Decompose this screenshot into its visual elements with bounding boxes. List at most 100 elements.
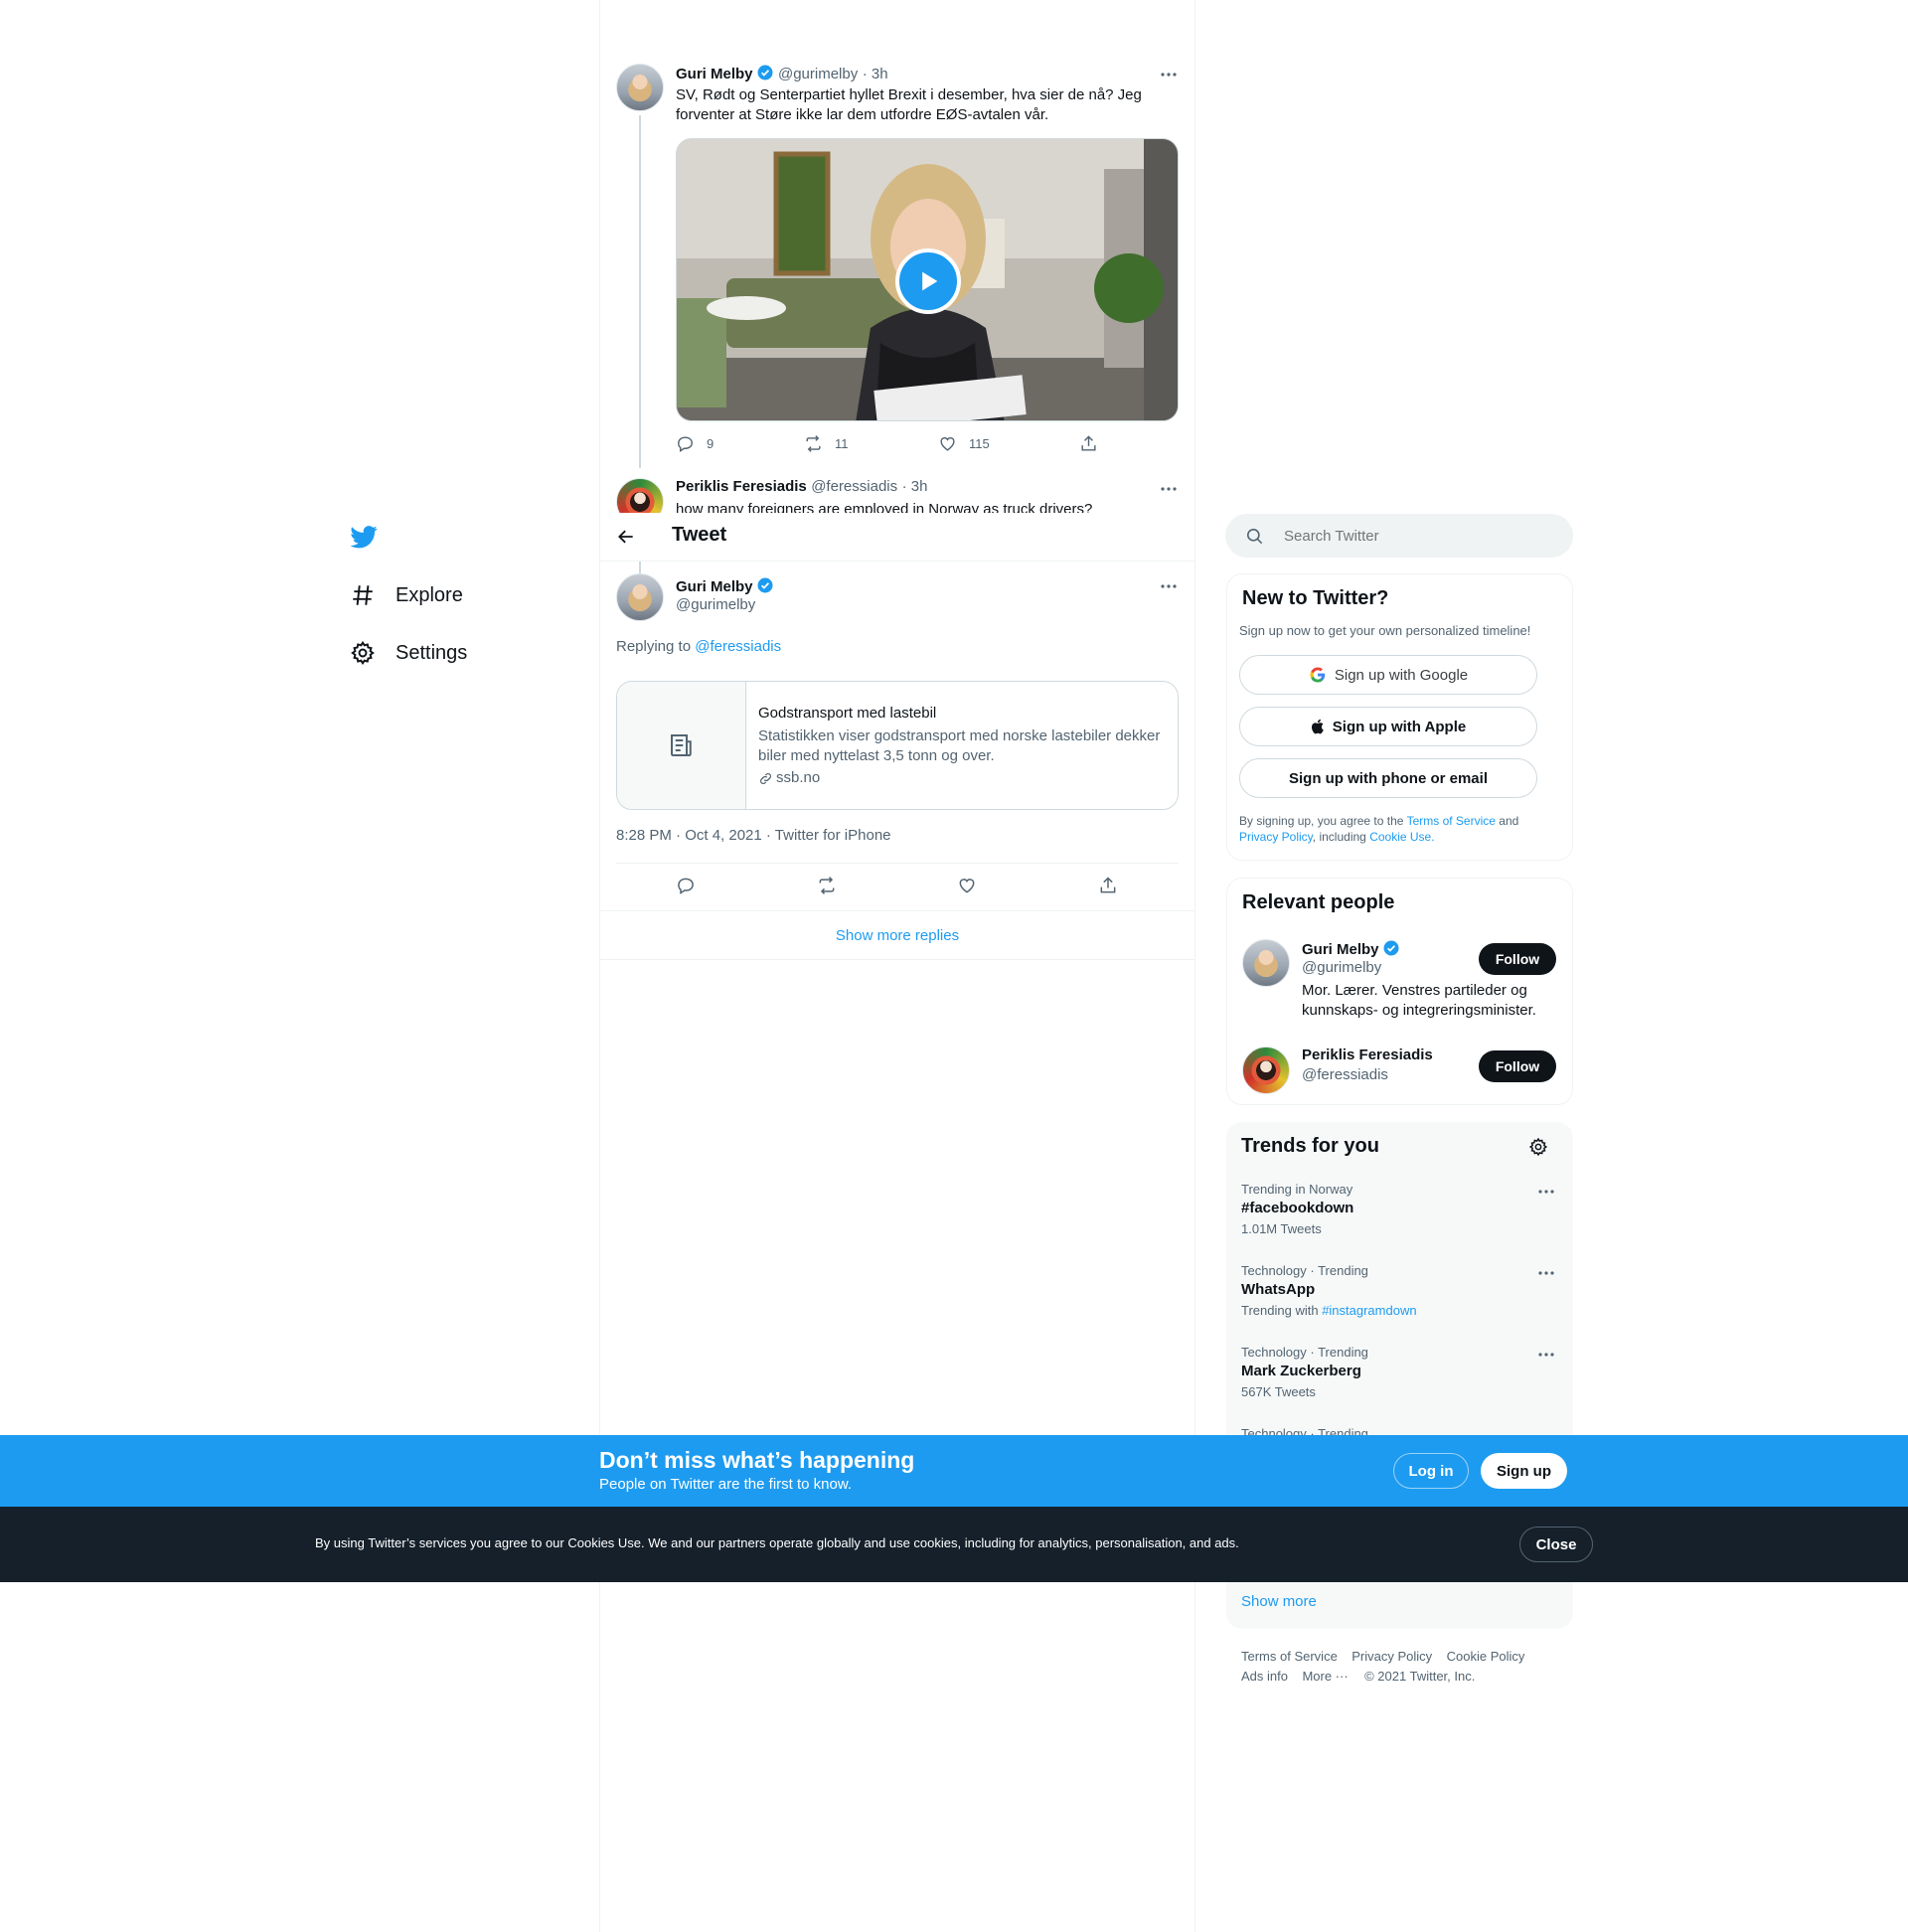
nav-settings-label: Settings [396, 641, 468, 664]
timeline-right-border [1194, 0, 1195, 1932]
show-more-trends-link[interactable]: Show more [1241, 1593, 1317, 1610]
more-options-icon[interactable] [1159, 576, 1179, 596]
signup-apple-button[interactable]: Sign up with Apple [1239, 707, 1537, 746]
replying-to-handle[interactable]: @feressiadis [695, 638, 781, 655]
video-player[interactable] [676, 138, 1179, 421]
more-options-icon[interactable] [1536, 1182, 1556, 1202]
trend-item[interactable]: Technology · Trending WhatsApp Trending … [1226, 1263, 1573, 1329]
more-options-icon[interactable] [1536, 1263, 1556, 1283]
search-icon [1246, 528, 1263, 544]
terms-link[interactable]: Terms of Service [1407, 814, 1496, 828]
avatar[interactable] [616, 573, 664, 621]
person-handle[interactable]: @gurimelby [1302, 959, 1381, 976]
author-handle[interactable]: @gurimelby [778, 66, 858, 82]
more-options-icon[interactable] [1159, 479, 1179, 499]
author-name[interactable]: Guri Melby [676, 66, 753, 82]
footer-more-link[interactable]: More ··· [1302, 1669, 1348, 1684]
signup-google-button[interactable]: Sign up with Google [1239, 655, 1537, 695]
nav-explore-label: Explore [396, 583, 463, 606]
person-name[interactable]: Guri Melby [1302, 941, 1379, 958]
search-bar[interactable] [1225, 514, 1573, 558]
card-thumbnail [617, 682, 746, 809]
legal-and: and [1499, 814, 1519, 828]
reply-tweet[interactable]: Periklis Feresiadis @feressiadis · 3h ho… [600, 467, 1194, 513]
signup-phone-email-button[interactable]: Sign up with phone or email [1239, 758, 1537, 798]
like-button[interactable]: 115 [938, 434, 990, 453]
cookie-use-link[interactable]: Cookie Use. [1369, 830, 1434, 844]
person-name[interactable]: Periklis Feresiadis [1302, 1046, 1433, 1063]
person-bio: Mor. Lærer. Venstres partileder og kunns… [1302, 982, 1536, 1019]
footer-cookie-link[interactable]: Cookie Policy [1447, 1649, 1525, 1664]
replying-to: Replying to @feressiadis [616, 638, 781, 655]
share-icon[interactable] [1098, 876, 1118, 895]
follow-button[interactable]: Follow [1479, 1050, 1556, 1082]
legal-text-1: By signing up, you agree to the [1239, 814, 1404, 828]
trend-meta: Technology · Trending [1241, 1263, 1368, 1278]
play-button[interactable] [895, 248, 961, 314]
footer-privacy-link[interactable]: Privacy Policy [1352, 1649, 1432, 1664]
login-button[interactable]: Log in [1393, 1453, 1469, 1489]
retweet-icon[interactable] [817, 876, 837, 895]
link-icon [760, 772, 771, 784]
signup-banner: Don’t miss what’s happening People on Tw… [0, 1435, 1908, 1507]
signup-phone-label: Sign up with phone or email [1288, 769, 1488, 787]
article-icon [670, 734, 692, 756]
cookie-text: By using Twitter’s services you agree to… [315, 1535, 1239, 1550]
nav-settings[interactable]: Settings [350, 633, 467, 673]
author-name-row: Guri Melby [676, 576, 774, 596]
signup-button[interactable]: Sign up [1481, 1453, 1567, 1489]
timeline-left-border [599, 0, 600, 1932]
nav-explore[interactable]: Explore [350, 575, 463, 615]
trend-context: Trending with #instagramdown [1241, 1303, 1417, 1318]
avatar[interactable] [616, 64, 664, 111]
avatar[interactable] [1242, 1046, 1290, 1094]
avatar[interactable] [1242, 939, 1290, 987]
card-title: Godstransport med lastebil [758, 705, 937, 722]
show-more-replies-button[interactable]: Show more replies [600, 911, 1194, 959]
tweet-time[interactable]: · 3h [863, 66, 888, 82]
tweet-header: Periklis Feresiadis @feressiadis · 3h [676, 478, 927, 496]
verified-badge-icon [757, 65, 773, 80]
relevant-people-panel: Relevant people Guri Melby @gurimelby Mo… [1226, 878, 1573, 1105]
trend-context-link[interactable]: #instagramdown [1322, 1303, 1416, 1318]
arrow-left-icon[interactable] [616, 527, 636, 547]
new-to-twitter-panel: New to Twitter? Sign up now to get your … [1226, 573, 1573, 861]
play-icon [922, 271, 938, 291]
author-handle[interactable]: @feressiadis [811, 478, 897, 495]
reply-button[interactable]: 9 [676, 434, 714, 453]
retweet-count: 11 [835, 436, 849, 451]
author-name[interactable]: Guri Melby [676, 578, 753, 595]
twitter-bird-icon[interactable] [348, 523, 380, 551]
avatar[interactable] [616, 478, 664, 513]
retweet-button[interactable]: 11 [804, 434, 849, 453]
more-options-icon[interactable] [1159, 65, 1179, 84]
footer-ads-info-link[interactable]: Ads info [1241, 1669, 1288, 1684]
hashtag-icon [353, 585, 373, 605]
gear-icon [351, 640, 375, 666]
trend-item[interactable]: Trending in Norway #facebookdown 1.01M T… [1226, 1182, 1573, 1247]
trend-item[interactable]: Technology · Trending Mark Zuckerberg 56… [1226, 1345, 1573, 1410]
person-handle[interactable]: @feressiadis [1302, 1066, 1388, 1083]
share-button[interactable] [1079, 434, 1110, 453]
close-button[interactable]: Close [1519, 1527, 1593, 1562]
heart-icon[interactable] [957, 876, 977, 895]
footer-terms-link[interactable]: Terms of Service [1241, 1649, 1338, 1664]
person-name-row: Guri Melby [1302, 939, 1400, 959]
reply-icon[interactable] [676, 876, 696, 895]
search-input[interactable] [1284, 527, 1542, 545]
author-name[interactable]: Periklis Feresiadis [676, 478, 807, 495]
author-handle[interactable]: @gurimelby [676, 596, 755, 613]
privacy-link[interactable]: Privacy Policy [1239, 830, 1313, 844]
tweet-time[interactable]: · 3h [902, 478, 928, 495]
legal-including: , including [1312, 830, 1366, 844]
more-options-icon[interactable] [1536, 1345, 1556, 1365]
gear-icon[interactable] [1528, 1137, 1548, 1157]
tweet-text: how many foreigners are employed in Norw… [676, 501, 1093, 513]
divider [616, 863, 1179, 864]
follow-button[interactable]: Follow [1479, 943, 1556, 975]
signup-google-label: Sign up with Google [1334, 666, 1469, 684]
tweet-timestamp[interactable]: 8:28 PM · Oct 4, 2021 · Twitter for iPho… [616, 827, 891, 844]
link-card[interactable]: Godstransport med lastebil Statistikken … [616, 681, 1179, 810]
trend-name: WhatsApp [1241, 1281, 1316, 1298]
tweet-header: Guri Melby @gurimelby · 3h [676, 64, 888, 83]
